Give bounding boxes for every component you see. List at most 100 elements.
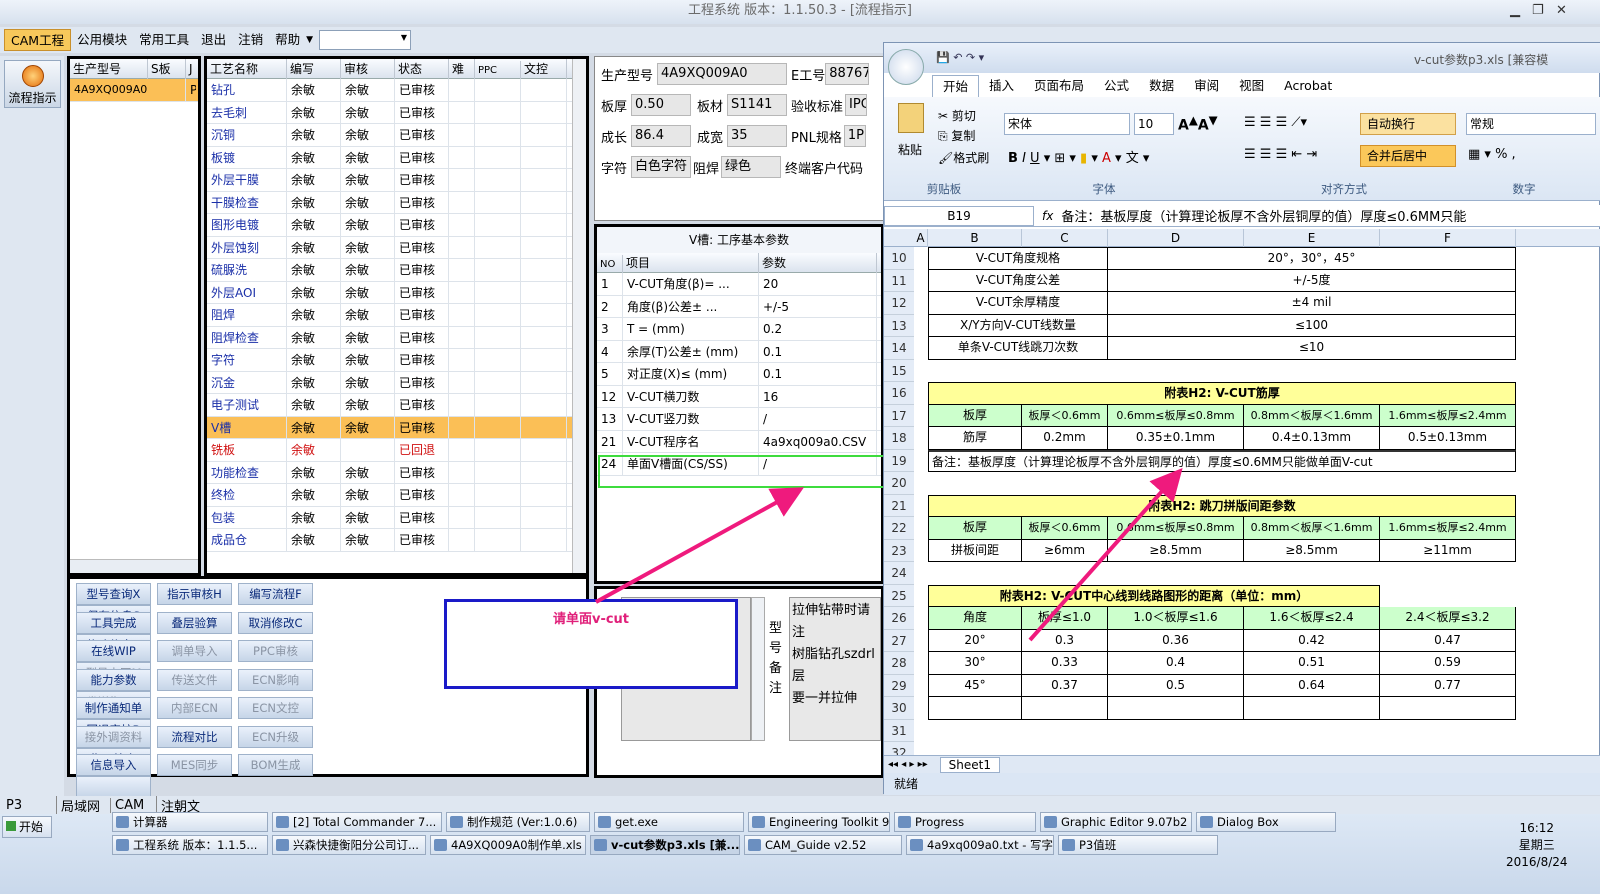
- cut-button[interactable]: ✂ 剪切: [938, 107, 976, 124]
- sheet-cell[interactable]: 0.5: [1108, 674, 1244, 697]
- sheet-cell[interactable]: 0.64: [1244, 674, 1380, 697]
- row-header[interactable]: 17: [884, 404, 914, 427]
- sheet-cell[interactable]: 拼板间距: [928, 539, 1022, 562]
- row-header[interactable]: 22: [884, 517, 914, 540]
- menu-tools[interactable]: 常用工具: [133, 29, 195, 51]
- mask-field[interactable]: 绿色: [721, 156, 782, 178]
- start-button[interactable]: 开始: [2, 816, 52, 838]
- sheet-cell[interactable]: V-CUT角度规格: [928, 247, 1108, 270]
- fx-icon[interactable]: fx: [1042, 209, 1053, 223]
- model-hscroll[interactable]: [70, 559, 198, 573]
- param-row[interactable]: 12 V-CUT横刀数 16: [597, 385, 881, 408]
- sheet-cell[interactable]: 0.42: [1244, 629, 1380, 652]
- action-button[interactable]: 信息导入: [76, 754, 151, 776]
- align-top-icon[interactable]: ☰ ☰ ☰ ⟋▾: [1244, 115, 1307, 130]
- col-difficulty[interactable]: 难: [449, 59, 475, 79]
- col-doc-control[interactable]: 文控: [521, 59, 567, 79]
- sheet-cell[interactable]: ≥8.5mm: [1108, 539, 1244, 562]
- sheet-cell[interactable]: +/-5度: [1108, 269, 1516, 292]
- sheet-cell[interactable]: 0.4: [1108, 652, 1244, 675]
- column-header[interactable]: E: [1244, 229, 1380, 247]
- table-row[interactable]: 包装 余敏 余敏 已审核: [207, 506, 586, 529]
- material-field[interactable]: S1141: [727, 94, 788, 116]
- sheet-cell[interactable]: 板厚: [928, 517, 1022, 540]
- table-row[interactable]: 外层干膜 余敏 余敏 已审核: [207, 169, 586, 192]
- align-center-icon[interactable]: ☰ ☰ ☰ ⇤ ⇥: [1244, 147, 1317, 162]
- minimize-icon[interactable]: ▁: [1510, 0, 1520, 22]
- taskbar-item[interactable]: 兴森快捷衡阳分公司订...: [272, 835, 426, 855]
- sheet-cell[interactable]: ≤10: [1108, 337, 1516, 360]
- row-header[interactable]: 11: [884, 269, 914, 292]
- sheet-cell[interactable]: [1022, 697, 1108, 720]
- tab-insert[interactable]: 插入: [979, 75, 1024, 97]
- sheet-cell[interactable]: 30°: [928, 652, 1022, 675]
- action-button[interactable]: 叠层验算: [157, 611, 232, 634]
- sheet-cell[interactable]: V-CUT角度公差: [928, 269, 1108, 292]
- table-row[interactable]: 字符 余敏 余敏 已审核: [207, 349, 586, 372]
- action-button[interactable]: 编写流程F: [238, 583, 313, 605]
- sheet-cell[interactable]: 0.3: [1022, 629, 1108, 652]
- taskbar-item[interactable]: 制作规范 (Ver:1.0.6): [446, 812, 590, 832]
- tab-page-layout[interactable]: 页面布局: [1024, 75, 1094, 97]
- column-header[interactable]: B: [928, 229, 1022, 247]
- sheet-cell[interactable]: 附表H2: V-CUT筋厚: [928, 382, 1516, 405]
- paste-button[interactable]: 粘贴: [898, 141, 922, 158]
- sheet-cell[interactable]: 0.8mm＜板厚＜1.6mm: [1244, 517, 1380, 540]
- sheet-cell[interactable]: 单条V-CUT线跳刀次数: [928, 337, 1108, 360]
- action-button[interactable]: PPC审核: [238, 640, 313, 662]
- wrap-text-button[interactable]: 自动换行: [1360, 113, 1456, 135]
- pnl-field[interactable]: 1P=: [843, 125, 866, 147]
- column-header[interactable]: C: [1022, 229, 1108, 247]
- taskbar-item[interactable]: 计算器: [112, 812, 268, 832]
- table-row[interactable]: 图形电镀 余敏 余敏 已审核: [207, 214, 586, 237]
- sheet-cell[interactable]: ≥11mm: [1380, 539, 1516, 562]
- process-vscroll[interactable]: [572, 59, 586, 573]
- sheet-cell[interactable]: 1.6mm≤板厚≤2.4mm: [1380, 404, 1516, 427]
- sheet-cell[interactable]: 板厚: [928, 404, 1022, 427]
- param-row[interactable]: 3T = (mm) 0.2: [597, 318, 881, 341]
- column-header[interactable]: A: [914, 229, 928, 247]
- row-header[interactable]: 16: [884, 382, 914, 405]
- standard-field[interactable]: IPC: [845, 94, 868, 116]
- sheet-cell[interactable]: 0.35±0.1mm: [1108, 427, 1244, 450]
- sheet-cell[interactable]: V-CUT余厚精度: [928, 292, 1108, 315]
- sheet-tab[interactable]: Sheet1: [939, 756, 1000, 773]
- col-j[interactable]: J: [186, 59, 196, 79]
- table-row[interactable]: 电子测试 余敏 余敏 已审核: [207, 394, 586, 417]
- col-ppc[interactable]: PPC: [475, 61, 521, 81]
- row-header[interactable]: 10: [884, 247, 914, 270]
- action-button[interactable]: ECN影响: [238, 668, 313, 691]
- action-button[interactable]: 接外调资料: [76, 725, 151, 748]
- menu-help[interactable]: 帮助: [269, 29, 306, 51]
- sheet-cell[interactable]: 0.2mm: [1022, 427, 1108, 450]
- sheet-cell[interactable]: 20°，30°，45°: [1108, 247, 1516, 270]
- table-row[interactable]: 阻焊 余敏 余敏 已审核: [207, 304, 586, 327]
- taskbar-item[interactable]: Dialog Box: [1196, 812, 1336, 832]
- sheet-cell[interactable]: 角度: [928, 607, 1022, 630]
- sheet-cell[interactable]: 1.6＜板厚≤2.4: [1244, 607, 1380, 630]
- currency-icon[interactable]: ▦ ▾ % ,: [1468, 147, 1516, 162]
- sheet-cell[interactable]: ≤100: [1108, 314, 1516, 337]
- action-button[interactable]: 在线WIP: [76, 640, 151, 662]
- col-writer[interactable]: 编写: [287, 59, 341, 79]
- grow-font-icon[interactable]: A▲A▼: [1178, 113, 1218, 134]
- row-header[interactable]: 21: [884, 494, 914, 517]
- row-header[interactable]: 32: [884, 742, 914, 755]
- action-button[interactable]: BOM生成: [238, 754, 313, 776]
- row-header[interactable]: 18: [884, 427, 914, 450]
- table-row[interactable]: 干膜检查 余敏 余敏 已审核: [207, 191, 586, 214]
- formula-input[interactable]: 备注：基板厚度（计算理论板厚不含外层铜厚的值）厚度≤0.6MM只能: [1061, 206, 1581, 225]
- taskbar-item[interactable]: P3值班: [1058, 835, 1218, 855]
- sheet-cell[interactable]: [1108, 697, 1244, 720]
- param-row[interactable]: 13 V-CUT竖刀数 /: [597, 408, 881, 431]
- width-field[interactable]: 35: [727, 125, 788, 147]
- table-row[interactable]: V槽 余敏 余敏 已审核: [207, 416, 586, 439]
- action-button[interactable]: 指示审核H: [157, 583, 232, 605]
- taskbar-item[interactable]: 工程系统 版本：1.1.5...: [112, 835, 268, 855]
- table-row[interactable]: 钻孔 余敏 余敏 已审核: [207, 79, 586, 102]
- action-button[interactable]: 型号查询X: [76, 583, 151, 605]
- tab-acrobat[interactable]: Acrobat: [1274, 75, 1342, 97]
- sheet-cell[interactable]: 板厚≤1.0: [1022, 607, 1108, 630]
- sheet-cell[interactable]: ≥8.5mm: [1244, 539, 1380, 562]
- action-button[interactable]: ECN升级: [238, 725, 313, 748]
